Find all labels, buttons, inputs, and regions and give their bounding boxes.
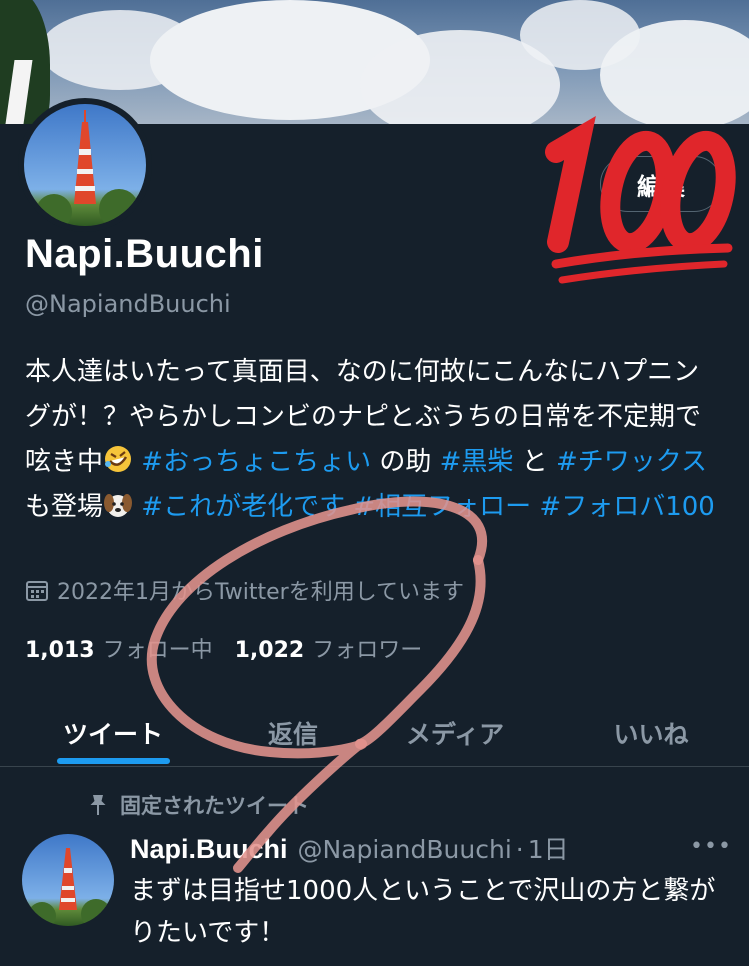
active-tab-indicator <box>57 758 170 764</box>
profile-joined-date: 2022年1月からTwitterを利用しています <box>25 574 464 606</box>
calendar-icon <box>26 581 48 601</box>
hashtag-link[interactable]: #おっちょこちょい <box>141 447 371 477</box>
hashtag-link[interactable]: #相互フォロー <box>353 492 531 522</box>
emoji-dog <box>104 494 133 517</box>
tweet-author-handle[interactable]: @NapiandBuuchi <box>298 835 512 864</box>
tweet-author-name[interactable]: Napi.Buuchi <box>130 834 288 865</box>
hashtag-link[interactable]: #フォロバ100 <box>539 492 714 522</box>
following-label: フォロー中 <box>102 638 213 663</box>
profile-handle: @NapiandBuuchi <box>25 290 231 318</box>
profile-tabs: ツイート 返信 メディア いいね <box>0 700 749 766</box>
more-icon[interactable]: ••• <box>690 834 732 859</box>
tweet-avatar[interactable] <box>22 834 114 926</box>
following-link[interactable]: 1,013 フォロー中 <box>25 632 213 664</box>
hashtag-link[interactable]: #チワックス <box>556 447 707 477</box>
tweet-text: まずは目指せ1000人ということで沢山の方と繋がりたいです！ <box>130 876 716 948</box>
divider <box>0 766 749 767</box>
hashtag-link[interactable]: #これが老化です <box>141 492 345 522</box>
tab-replies[interactable]: 返信 <box>218 700 368 766</box>
tab-likes[interactable]: いいね <box>576 700 726 766</box>
profile-display-name: Napi.Buuchi <box>25 232 264 276</box>
profile-bio: 本人達はいたって真面目、なのに何故にこんなにハプニングが！？やらかしコンビのナピ… <box>25 357 715 522</box>
tab-media[interactable]: メディア <box>380 700 530 766</box>
emoji-100 <box>545 115 736 284</box>
tweet-timestamp[interactable]: 1日 <box>528 830 569 866</box>
profile-stats: 1,013 フォロー中 1,022 フォロワー <box>25 632 422 664</box>
tweet-separator: · <box>515 835 524 864</box>
pinned-tweet-label: 固定されたツイート <box>88 790 309 820</box>
emoji-rofl <box>105 446 132 472</box>
pin-icon <box>90 795 106 815</box>
followers-link[interactable]: 1,022 フォロワー <box>235 632 423 664</box>
profile-avatar[interactable] <box>18 98 152 232</box>
tweet-header: Napi.Buuchi @NapiandBuuchi · 1日 <box>130 830 569 866</box>
followers-label: フォロワー <box>312 638 423 663</box>
followers-count: 1,022 <box>234 638 305 663</box>
hashtag-link[interactable]: #黒柴 <box>440 447 514 477</box>
following-count: 1,013 <box>25 638 95 663</box>
tab-tweets[interactable]: ツイート <box>38 700 188 766</box>
joined-text: 2022年1月からTwitterを利用しています <box>57 580 465 605</box>
